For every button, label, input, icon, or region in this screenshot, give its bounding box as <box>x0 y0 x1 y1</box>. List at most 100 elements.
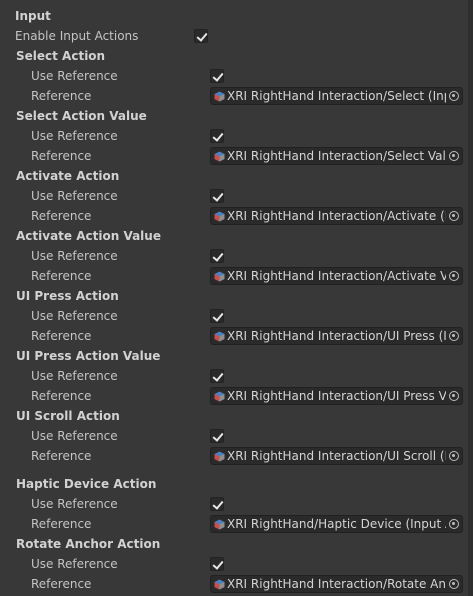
action-group-header: UI Scroll Action <box>0 406 473 426</box>
input-action-asset-icon <box>214 211 225 222</box>
use-reference-row: Use Reference <box>0 494 473 514</box>
enable-input-actions-checkbox[interactable] <box>194 29 208 43</box>
use-reference-checkbox[interactable] <box>210 429 224 443</box>
input-action-asset-icon <box>214 519 225 530</box>
input-action-asset-icon <box>214 451 225 462</box>
reference-value: XRI RightHand Interaction/Activate Value… <box>227 269 446 283</box>
use-reference-label: Use Reference <box>31 369 118 383</box>
reference-row: Reference XRI RightHand Interaction/UI Pr… <box>0 326 473 346</box>
action-group-title: Select Action <box>16 49 106 63</box>
reference-value: XRI RightHand Interaction/UI Scroll (Inp… <box>227 449 446 463</box>
inspector-panel: Input Enable Input Actions Select Action… <box>0 0 473 596</box>
reference-value: XRI RightHand Interaction/Select (Input … <box>227 89 446 103</box>
use-reference-label: Use Reference <box>31 429 118 443</box>
use-reference-label: Use Reference <box>31 557 118 571</box>
reference-value: XRI RightHand Interaction/UI Press Value… <box>227 389 446 403</box>
use-reference-checkbox[interactable] <box>210 69 224 83</box>
reference-object-field[interactable]: XRI RightHand Interaction/Rotate Anchor … <box>210 575 463 593</box>
object-picker-icon[interactable] <box>449 91 459 101</box>
object-picker-icon[interactable] <box>449 519 459 529</box>
input-action-asset-icon <box>214 579 225 590</box>
action-group-title: UI Press Action <box>16 289 119 303</box>
reference-label: Reference <box>31 389 92 403</box>
action-group-title: Activate Action Value <box>16 229 161 243</box>
reference-label: Reference <box>31 209 92 223</box>
use-reference-row: Use Reference <box>0 306 473 326</box>
section-title-input: Input <box>15 9 51 23</box>
reference-label: Reference <box>31 329 92 343</box>
use-reference-row: Use Reference <box>0 366 473 386</box>
use-reference-label: Use Reference <box>31 189 118 203</box>
reference-row: Reference XRI RightHand Interaction/UI Sc… <box>0 446 473 466</box>
object-picker-icon[interactable] <box>449 211 459 221</box>
reference-label: Reference <box>31 577 92 591</box>
reference-value: XRI RightHand Interaction/UI Press (Inpu… <box>227 329 446 343</box>
reference-object-field[interactable]: XRI RightHand Interaction/UI Scroll (Inp… <box>210 447 463 465</box>
object-picker-icon[interactable] <box>449 331 459 341</box>
use-reference-label: Use Reference <box>31 497 118 511</box>
reference-object-field[interactable]: XRI RightHand Interaction/Select (Input … <box>210 87 463 105</box>
action-group-title: Rotate Anchor Action <box>16 537 161 551</box>
input-action-asset-icon <box>214 331 225 342</box>
use-reference-checkbox[interactable] <box>210 309 224 323</box>
action-group-header: UI Press Action <box>0 286 473 306</box>
use-reference-row: Use Reference <box>0 426 473 446</box>
object-picker-icon[interactable] <box>449 151 459 161</box>
reference-object-field[interactable]: XRI RightHand Interaction/UI Press Value… <box>210 387 463 405</box>
reference-object-field[interactable]: XRI RightHand Interaction/Activate Value… <box>210 267 463 285</box>
reference-row: Reference XRI RightHand Interaction/Activ… <box>0 266 473 286</box>
reference-row: Reference XRI RightHand Interaction/Activ… <box>0 206 473 226</box>
action-group-title: Activate Action <box>16 169 120 183</box>
use-reference-label: Use Reference <box>31 309 118 323</box>
use-reference-row: Use Reference <box>0 126 473 146</box>
vertical-scrollbar[interactable] <box>468 0 473 596</box>
use-reference-checkbox[interactable] <box>210 129 224 143</box>
action-group-title: Haptic Device Action <box>16 477 157 491</box>
reference-object-field[interactable]: XRI RightHand Interaction/UI Press (Inpu… <box>210 327 463 345</box>
reference-row: Reference XRI RightHand Interaction/Rotat… <box>0 574 473 594</box>
use-reference-label: Use Reference <box>31 249 118 263</box>
input-action-asset-icon <box>214 91 225 102</box>
use-reference-label: Use Reference <box>31 69 118 83</box>
reference-label: Reference <box>31 149 92 163</box>
reference-row: Reference XRI RightHand Interaction/Selec… <box>0 146 473 166</box>
use-reference-checkbox[interactable] <box>210 497 224 511</box>
action-group-header: Select Action Value <box>0 106 473 126</box>
object-picker-icon[interactable] <box>449 271 459 281</box>
reference-row: Reference XRI RightHand Interaction/UI Pr… <box>0 386 473 406</box>
use-reference-checkbox[interactable] <box>210 249 224 263</box>
reference-value: XRI RightHand/Haptic Device (Input Actio… <box>227 517 446 531</box>
reference-value: XRI RightHand Interaction/Select Value (… <box>227 149 446 163</box>
input-action-asset-icon <box>214 151 225 162</box>
action-group-title: UI Press Action Value <box>16 349 161 363</box>
reference-object-field[interactable]: XRI RightHand/Haptic Device (Input Actio… <box>210 515 463 533</box>
use-reference-row: Use Reference <box>0 554 473 574</box>
object-picker-icon[interactable] <box>449 391 459 401</box>
reference-row: Reference XRI RightHand Interaction/Selec… <box>0 86 473 106</box>
reference-label: Reference <box>31 269 92 283</box>
action-group-header: Activate Action <box>0 166 473 186</box>
action-group-header: Haptic Device Action <box>0 474 473 494</box>
use-reference-row: Use Reference <box>0 186 473 206</box>
input-action-asset-icon <box>214 391 225 402</box>
enable-input-actions-label: Enable Input Actions <box>15 29 139 43</box>
reference-label: Reference <box>31 449 92 463</box>
reference-label: Reference <box>31 517 92 531</box>
action-group-title: Select Action Value <box>16 109 147 123</box>
action-group-header: Rotate Anchor Action <box>0 534 473 554</box>
object-picker-icon[interactable] <box>449 451 459 461</box>
enable-input-actions-row: Enable Input Actions <box>0 26 473 46</box>
use-reference-row: Use Reference <box>0 246 473 266</box>
use-reference-row: Use Reference <box>0 66 473 86</box>
action-group-header: Activate Action Value <box>0 226 473 246</box>
object-picker-icon[interactable] <box>449 579 459 589</box>
input-action-asset-icon <box>214 271 225 282</box>
action-group-header: Select Action <box>0 46 473 66</box>
reference-object-field[interactable]: XRI RightHand Interaction/Activate (Inpu… <box>210 207 463 225</box>
use-reference-checkbox[interactable] <box>210 557 224 571</box>
use-reference-checkbox[interactable] <box>210 189 224 203</box>
action-group-header: UI Press Action Value <box>0 346 473 366</box>
reference-object-field[interactable]: XRI RightHand Interaction/Select Value (… <box>210 147 463 165</box>
use-reference-checkbox[interactable] <box>210 369 224 383</box>
reference-value: XRI RightHand Interaction/Rotate Anchor … <box>227 577 446 591</box>
